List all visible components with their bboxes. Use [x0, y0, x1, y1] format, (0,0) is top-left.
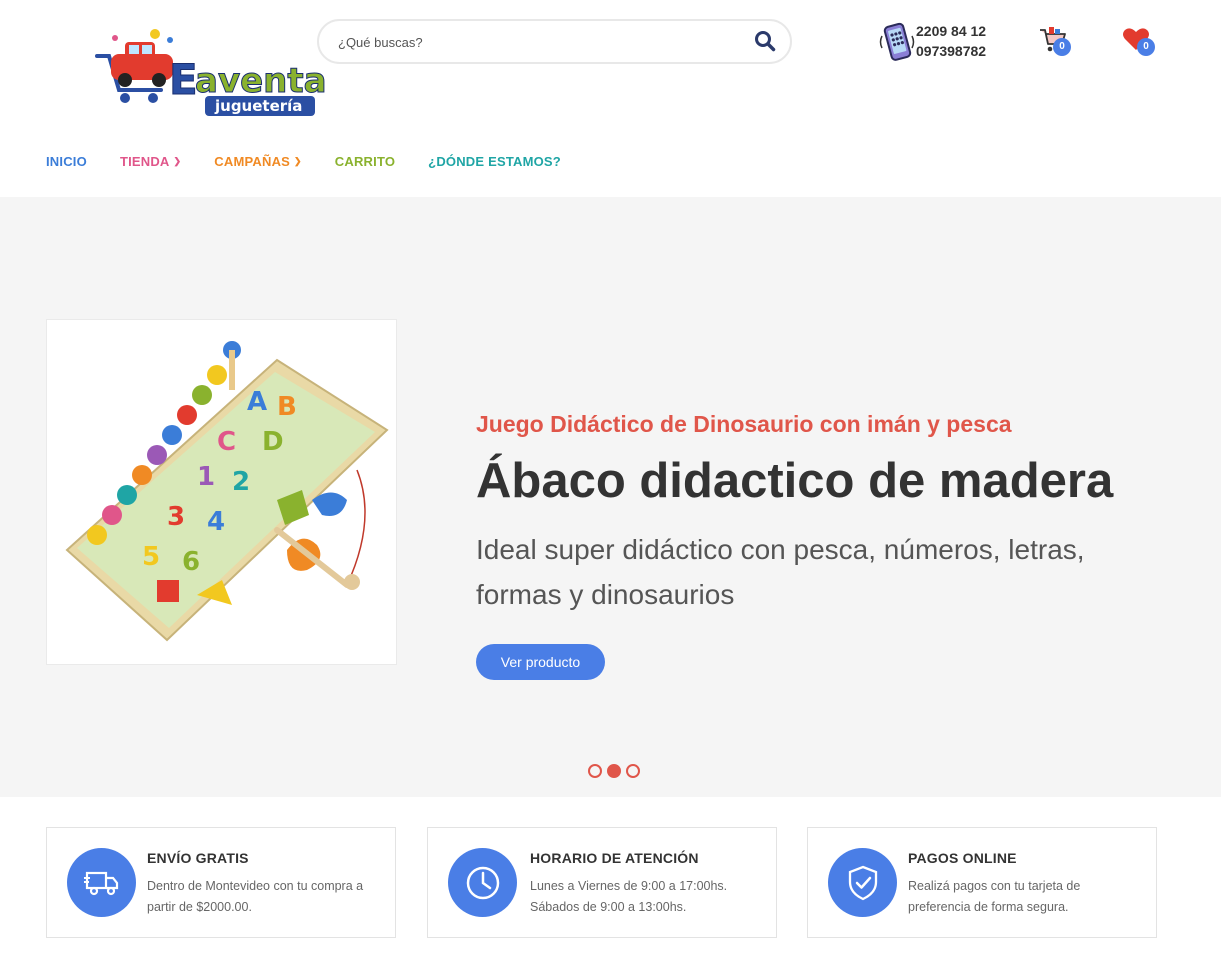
svg-text:D: D	[262, 427, 284, 457]
slider-pagination	[588, 764, 640, 778]
nav-item-tienda[interactable]: TIENDA ❯	[120, 154, 181, 169]
feature-text: Dentro de Montevideo con tu compra a par…	[147, 879, 364, 914]
nav-label: CAMPAÑAS	[214, 153, 291, 169]
phone-number-2[interactable]: 097398782	[916, 43, 986, 59]
slide-dot-1[interactable]	[588, 764, 602, 778]
feature-title: PAGOS ONLINE	[908, 850, 1017, 866]
svg-text:4: 4	[207, 507, 225, 537]
wishlist-count-badge: 0	[1137, 38, 1155, 56]
nav-item-carrito[interactable]: CARRITO	[335, 154, 395, 169]
main-nav: INICIO TIENDA ❯ CAMPAÑAS ❯ CARRITO ¿DÓNDE …	[46, 150, 594, 172]
svg-text:6: 6	[182, 547, 200, 577]
nav-item-inicio[interactable]: INICIO	[46, 154, 87, 169]
feature-title: ENVÍO GRATIS	[147, 850, 249, 866]
svg-text:1: 1	[197, 462, 215, 492]
nav-item-campanas[interactable]: CAMPAÑAS ❯	[214, 154, 302, 169]
svg-text:C: C	[217, 427, 236, 457]
chevron-down-icon: ❯	[294, 155, 302, 166]
svg-text:3: 3	[167, 502, 185, 532]
phone-number-1[interactable]: 2209 84 12	[916, 23, 986, 39]
svg-text:E: E	[169, 55, 198, 104]
feature-card-shipping: ENVÍO GRATIS Dentro de Montevideo con tu…	[46, 827, 396, 938]
hero-description: Ideal super didáctico con pesca, números…	[476, 534, 1085, 610]
truck-icon	[67, 848, 136, 917]
feature-card-payments: PAGOS ONLINE Realizá pagos con tu tarjet…	[807, 827, 1157, 938]
nav-label: INICIO	[46, 153, 87, 169]
hero-title: Ábaco didactico de madera	[476, 454, 1114, 508]
feature-title: HORARIO DE ATENCIÓN	[530, 850, 699, 866]
slide-dot-3[interactable]	[626, 764, 640, 778]
feature-card-hours: HORARIO DE ATENCIÓN Lunes a Viernes de 9…	[427, 827, 777, 938]
feature-text: Lunes a Viernes de 9:00 a 17:00hs. Sábad…	[530, 879, 728, 914]
slide-dot-2[interactable]	[607, 764, 621, 778]
site-header: E aventas juguetería 2209 84 12 09739878…	[0, 0, 1221, 197]
nav-label: ¿DÓNDE ESTAMOS?	[428, 153, 561, 169]
svg-text:A: A	[247, 387, 267, 417]
feature-text: Realizá pagos con tu tarjeta de preferen…	[908, 879, 1081, 914]
nav-item-donde-estamos[interactable]: ¿DÓNDE ESTAMOS?	[428, 154, 561, 169]
cart-button[interactable]: 0	[1038, 24, 1071, 56]
hero-slider: AB CD 12 34 56 Juego Didáctico de Dinosa…	[0, 197, 1221, 797]
cart-count-badge: 0	[1053, 38, 1071, 56]
search-bar	[317, 19, 792, 64]
svg-text:juguetería: juguetería	[214, 97, 302, 115]
shield-check-icon	[828, 848, 897, 917]
hero-subtitle: Juego Didáctico de Dinosaurio con imán y…	[476, 411, 1012, 437]
wishlist-button[interactable]: 0	[1121, 24, 1155, 56]
phone-icon	[879, 22, 915, 62]
svg-text:aventas: aventas	[195, 61, 325, 101]
view-product-button[interactable]: Ver producto	[476, 644, 605, 680]
svg-text:B: B	[277, 392, 297, 422]
search-input[interactable]	[338, 31, 738, 53]
svg-text:2: 2	[232, 467, 250, 497]
nav-label: CARRITO	[334, 153, 396, 169]
product-image[interactable]: AB CD 12 34 56	[46, 319, 397, 665]
site-logo[interactable]: E aventas juguetería	[95, 26, 347, 121]
svg-text:5: 5	[142, 542, 160, 572]
search-icon[interactable]	[754, 30, 778, 54]
nav-label: TIENDA	[119, 153, 170, 169]
clock-icon	[448, 848, 517, 917]
chevron-down-icon: ❯	[173, 155, 182, 166]
